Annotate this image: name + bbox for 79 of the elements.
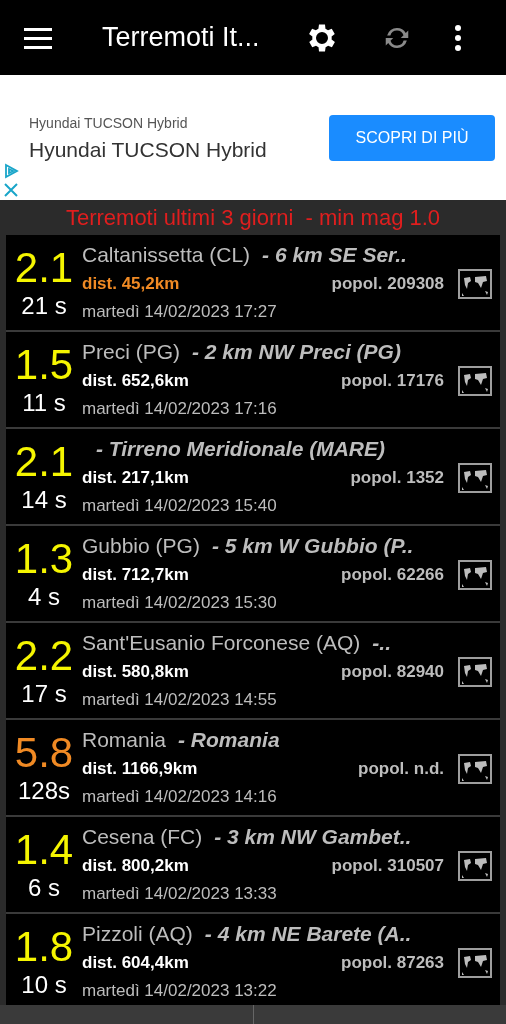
- duration: 4 s: [28, 581, 60, 612]
- location-name: Romania: [82, 727, 167, 753]
- earthquake-row[interactable]: 5.8 128s Romania - Romania dist. 1166,9km popol. n.d. martedì 14/02/2023 14:16: [6, 720, 500, 815]
- population: popol. 1352: [350, 467, 444, 489]
- date-time: martedì 14/02/2023 17:27: [82, 301, 278, 323]
- magnitude: 2.1: [14, 438, 74, 485]
- location-detail: - 6 km SE Ser..: [262, 242, 407, 268]
- earthquake-row[interactable]: 1.5 11 s Preci (PG) - 2 km NW Preci (PG) dist. 652,6km popol. 17176 martedì 14/02/2023 17:16: [6, 332, 500, 427]
- distance: dist. 580,8km: [82, 661, 189, 683]
- date-time: martedì 14/02/2023 15:30: [82, 592, 278, 614]
- ad-choices-icon[interactable]: [3, 163, 19, 179]
- population: popol. 209308: [331, 273, 444, 295]
- location-name: Pizzoli (AQ): [82, 921, 193, 947]
- location-detail: -..: [372, 630, 391, 656]
- world-map-icon[interactable]: [458, 851, 492, 881]
- distance: dist. 800,2km: [82, 855, 189, 877]
- distance: dist. 217,1km: [82, 467, 189, 489]
- duration: 17 s: [21, 678, 67, 709]
- location-detail: - Romania: [178, 727, 280, 753]
- location-detail: - 5 km W Gubbio (P..: [211, 533, 414, 559]
- location-detail: - 4 km NE Barete (A..: [204, 921, 412, 947]
- duration: 21 s: [21, 290, 67, 321]
- earthquake-row[interactable]: 2.1 21 s Caltanissetta (CL) - 6 km SE Ser.. dist. 45,2km popol. 209308 martedì 14/02/2023 17:27: [6, 235, 500, 330]
- world-map-icon[interactable]: [458, 269, 492, 299]
- ad-subtitle: Hyundai TUCSON Hybrid: [29, 114, 189, 134]
- location-name: Preci (PG): [82, 339, 180, 365]
- world-map-icon[interactable]: [458, 463, 492, 493]
- duration: 14 s: [21, 484, 67, 515]
- location-name: Cesena (FC): [82, 824, 203, 850]
- world-map-icon[interactable]: [458, 948, 492, 978]
- distance: dist. 45,2km: [82, 273, 180, 295]
- date-time: martedì 14/02/2023 13:22: [82, 980, 278, 1002]
- date-time: martedì 14/02/2023 15:40: [82, 495, 278, 517]
- close-icon[interactable]: [3, 183, 19, 197]
- duration: 128s: [17, 775, 70, 806]
- magnitude: 1.3: [14, 535, 74, 582]
- location-detail: - Tirreno Meridionale (MARE): [96, 436, 385, 462]
- duration: 6 s: [28, 872, 60, 903]
- location-name: Caltanissetta (CL): [82, 242, 251, 268]
- duration: 10 s: [21, 969, 67, 1000]
- distance: dist. 712,7km: [82, 564, 189, 586]
- population: popol. 310507: [331, 855, 444, 877]
- location-name: Sant'Eusanio Forconese (AQ): [82, 630, 361, 656]
- distance: dist. 652,6km: [82, 370, 189, 392]
- population: popol. 62266: [341, 564, 444, 586]
- world-map-icon[interactable]: [458, 754, 492, 784]
- location-name: Gubbio (PG): [82, 533, 200, 559]
- menu-icon[interactable]: [24, 26, 52, 49]
- world-map-icon[interactable]: [458, 560, 492, 590]
- location-detail: - 2 km NW Preci (PG): [192, 339, 401, 365]
- ad-title: Hyundai TUCSON Hybrid: [29, 137, 267, 164]
- earthquake-row[interactable]: 1.3 4 s Gubbio (PG) - 5 km W Gubbio (P.. dist. 712,7km popol. 62266 martedì 14/02/2023 15:30: [6, 526, 500, 621]
- population: popol. 17176: [341, 370, 444, 392]
- earthquake-row[interactable]: 2.2 17 s Sant'Eusanio Forconese (AQ) -.. dist. 580,8km popol. 82940 martedì 14/02/2023 14:55: [6, 623, 500, 718]
- magnitude: 1.8: [14, 923, 74, 970]
- world-map-icon[interactable]: [458, 657, 492, 687]
- date-time: martedì 14/02/2023 17:16: [82, 398, 278, 420]
- earthquake-row[interactable]: 2.1 14 s - Tirreno Meridionale (MARE) dist. 217,1km popol. 1352 martedì 14/02/2023 15:40: [6, 429, 500, 524]
- date-time: martedì 14/02/2023 13:33: [82, 883, 278, 905]
- earthquake-row[interactable]: 1.8 10 s Pizzoli (AQ) - 4 km NE Barete (A.. dist. 604,4km popol. 87263 martedì 14/02/2023 13:22: [6, 914, 500, 1005]
- filter-title: Terremoti ultimi 3 giorni - min mag 1.0: [65, 204, 441, 232]
- duration: 11 s: [22, 387, 66, 418]
- magnitude: 1.4: [14, 826, 74, 873]
- population: popol. 82940: [341, 661, 444, 683]
- magnitude: 1.5: [14, 341, 74, 388]
- location-detail: - 3 km NW Gambet..: [214, 824, 412, 850]
- population: popol. n.d.: [358, 758, 444, 780]
- population: popol. 87263: [341, 952, 444, 974]
- earthquake-row[interactable]: 1.4 6 s Cesena (FC) - 3 km NW Gambet.. dist. 800,2km popol. 310507 martedì 14/02/2023 13:33: [6, 817, 500, 912]
- date-time: martedì 14/02/2023 14:55: [82, 689, 278, 711]
- world-map-icon[interactable]: [458, 366, 492, 396]
- distance: dist. 1166,9km: [82, 758, 198, 780]
- magnitude: 2.2: [14, 632, 74, 679]
- app-title: Terremoti It...: [102, 21, 260, 55]
- more-options-icon[interactable]: [453, 24, 462, 51]
- distance: dist. 604,4km: [82, 952, 189, 974]
- date-time: martedì 14/02/2023 14:16: [82, 786, 278, 808]
- magnitude: 2.1: [14, 244, 74, 291]
- magnitude: 5.8: [14, 729, 74, 776]
